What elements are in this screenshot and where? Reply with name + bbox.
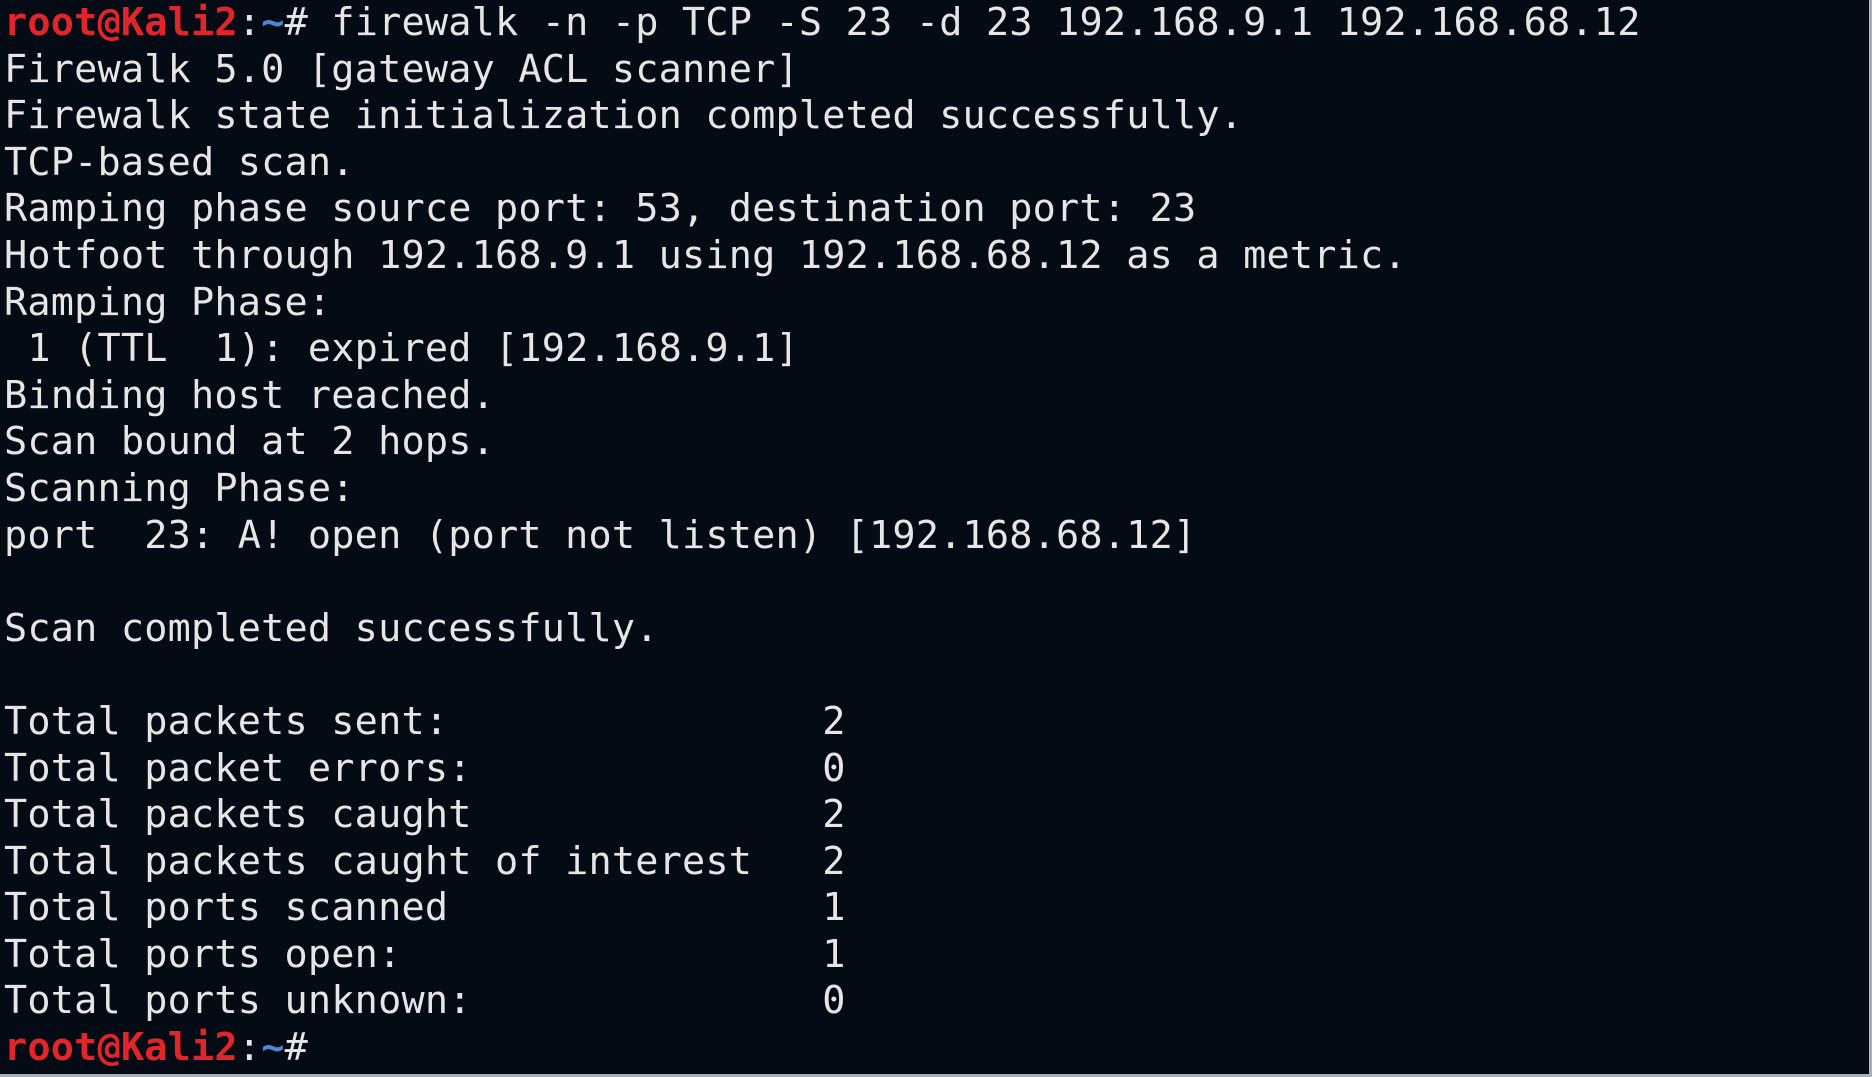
prompt-path: ~ (261, 0, 285, 45)
output-line: Firewalk 5.0 [gateway ACL scanner] (4, 46, 799, 92)
output-line: Firewalk state initialization completed … (4, 93, 1244, 139)
output-line: Scanning Phase: (4, 465, 355, 511)
stat-line: Total ports scanned 1 (4, 885, 846, 931)
output-line: Ramping phase source port: 53, destinati… (4, 186, 1197, 232)
prompt-colon: : (237, 1025, 262, 1071)
prompt-user-host: root@Kali2 (4, 0, 238, 45)
prompt-symbol: # (284, 1025, 308, 1071)
command-line: root@Kali2:~# firewalk -n -p TCP -S 23 -… (4, 0, 1869, 47)
stat-line: Total packets caught 2 (4, 792, 846, 838)
output-line: Binding host reached. (4, 372, 495, 418)
stat-line: Total packets caught of interest 2 (4, 838, 846, 884)
output-line: Hotfoot through 192.168.9.1 using 192.16… (4, 232, 1407, 278)
prompt-line[interactable]: root@Kali2:~# (4, 1025, 1869, 1072)
prompt-user-host: root@Kali2 (4, 1025, 238, 1071)
output-line: 1 (TTL 1): expired [192.168.9.1] (4, 326, 799, 372)
stat-line: Total packets sent: 2 (4, 698, 846, 744)
prompt-symbol: # (284, 0, 308, 45)
terminal-window[interactable]: root@Kali2:~# firewalk -n -p TCP -S 23 -… (0, 0, 1872, 1077)
command-text: firewalk -n -p TCP -S 23 -d 23 192.168.9… (307, 0, 1641, 45)
prompt-path: ~ (261, 1025, 285, 1071)
stat-line: Total ports open: 1 (4, 931, 846, 977)
output-line: Scan bound at 2 hops. (4, 419, 495, 465)
output-line: Scan completed successfully. (4, 605, 659, 651)
output-line: port 23: A! open (port not listen) [192.… (4, 512, 1197, 558)
prompt-colon: : (237, 0, 262, 45)
stat-line: Total packet errors: 0 (4, 745, 846, 791)
output-line: Ramping Phase: (4, 279, 332, 325)
output-line: TCP-based scan. (4, 139, 355, 185)
stat-line: Total ports unknown: 0 (4, 978, 846, 1024)
